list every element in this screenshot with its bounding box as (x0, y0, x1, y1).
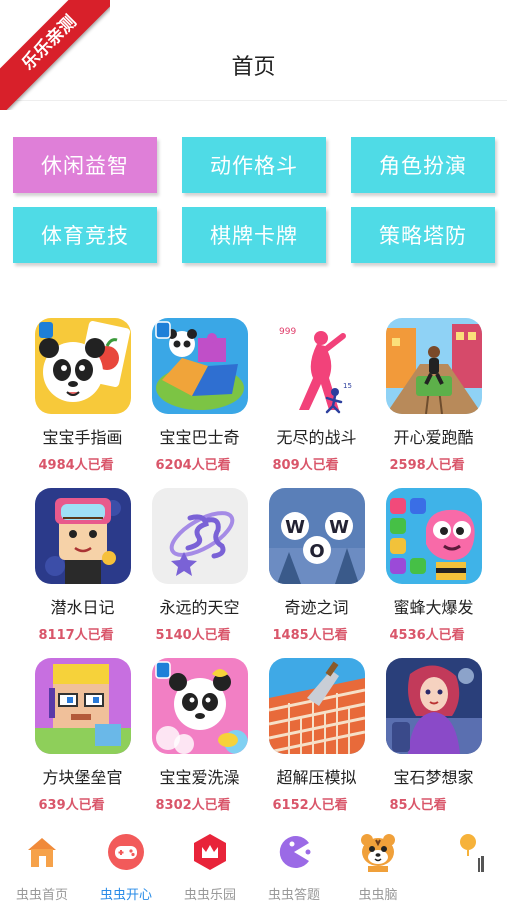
tab-label: 虫虫首页 (15, 888, 68, 903)
word-tile-1: W (285, 517, 305, 538)
pacman-icon (279, 836, 311, 868)
promo-ribbon: 乐乐亲测 (0, 0, 110, 110)
game-grid: 宝宝手指画 4984人已看 宝宝巴士奇 6204人已看 999 15 无尽的战斗… (24, 318, 492, 828)
tab-label: 虫虫开心 (99, 888, 152, 903)
game-name: 方块堡垒官 (42, 768, 123, 787)
game-item[interactable]: 宝石梦想家 85人已看 (375, 658, 492, 828)
game-views: 8117人已看 (38, 628, 114, 643)
game-name: 宝宝巴士奇 (159, 428, 240, 447)
game-item[interactable]: 永远的天空 5140人已看 (141, 488, 258, 658)
game-views: 6152人已看 (272, 798, 348, 813)
category-sports[interactable]: 体育竞技 (13, 207, 157, 263)
runner-icon (385, 318, 482, 414)
block-builder-icon (34, 658, 131, 754)
game-views: 809人已看 (272, 458, 339, 473)
game-views: 639人已看 (38, 798, 105, 813)
game-views: 1485人已看 (272, 628, 348, 643)
category-action-fighting[interactable]: 动作格斗 (182, 137, 326, 193)
game-item[interactable]: 宝宝巴士奇 6204人已看 (141, 318, 258, 488)
gamepad-icon (108, 834, 144, 870)
category-strategy-tower[interactable]: 策略塔防 (351, 207, 495, 263)
game-item[interactable]: 潜水日记 8117人已看 (24, 488, 141, 658)
tiger-mascot-icon (361, 834, 395, 872)
game-item[interactable]: 999 15 无尽的战斗 809人已看 (258, 318, 375, 488)
game-name: 蜜蜂大爆发 (393, 598, 474, 617)
diver-icon (34, 488, 131, 584)
tab-paradise[interactable]: 虫虫乐园 (168, 832, 252, 903)
game-item[interactable]: 宝宝爱洗澡 8302人已看 (141, 658, 258, 828)
home-icon (28, 838, 56, 867)
bee-gems-icon (385, 488, 482, 584)
panda-finger-paint-icon (34, 318, 131, 414)
sky-logo-icon (151, 488, 248, 584)
category-board-card[interactable]: 棋牌卡牌 (182, 207, 326, 263)
game-name: 宝宝手指画 (42, 428, 123, 447)
brick-trowel-icon (268, 658, 365, 754)
tab-more[interactable] (420, 832, 507, 884)
word-tile-2: W (329, 517, 349, 538)
dreamer-girl-icon (385, 658, 482, 754)
category-role-playing[interactable]: 角色扮演 (351, 137, 495, 193)
game-item[interactable]: 蜜蜂大爆发 4536人已看 (375, 488, 492, 658)
tab-happy[interactable]: 虫虫开心 (84, 832, 168, 903)
game-item[interactable]: 方块堡垒官 639人已看 (24, 658, 141, 828)
game-views: 85人已看 (389, 798, 447, 813)
stick-fighter-icon: 999 15 (268, 318, 365, 414)
panda-bath-icon (151, 658, 248, 754)
tab-brain[interactable]: 虫虫脑 (336, 832, 420, 903)
game-views: 8302人已看 (155, 798, 231, 813)
game-name: 永远的天空 (159, 598, 240, 617)
game-name: 宝宝爱洗澡 (159, 768, 240, 787)
game-name: 超解压模拟 (276, 768, 357, 787)
tab-label: 虫虫答题 (267, 888, 320, 903)
game-views: 4984人已看 (38, 458, 114, 473)
category-grid: 休闲益智 动作格斗 角色扮演 体育竞技 棋牌卡牌 策略塔防 (13, 137, 495, 263)
bottom-tab-bar: 虫虫首页 虫虫开心 虫虫乐园 虫虫答题 虫虫脑 (0, 822, 507, 903)
svg-text:999: 999 (279, 327, 296, 337)
panda-puzzle-icon (151, 318, 248, 414)
game-item[interactable]: 宝宝手指画 4984人已看 (24, 318, 141, 488)
category-casual-puzzle[interactable]: 休闲益智 (13, 137, 157, 193)
game-name: 宝石梦想家 (393, 768, 474, 787)
word-tile-3: O (309, 541, 324, 562)
tab-quiz[interactable]: 虫虫答题 (252, 832, 336, 903)
game-views: 5140人已看 (155, 628, 231, 643)
tab-home[interactable]: 虫虫首页 (0, 832, 84, 903)
game-name: 无尽的战斗 (276, 428, 357, 447)
tab-label: 虫虫乐园 (183, 888, 236, 903)
game-name: 潜水日记 (50, 598, 115, 617)
crown-badge-icon (194, 834, 226, 870)
game-item[interactable]: W W O 奇迹之词 1485人已看 (258, 488, 375, 658)
promo-ribbon-label: 乐乐亲测 (0, 0, 110, 110)
game-views: 4536人已看 (389, 628, 465, 643)
game-views: 2598人已看 (389, 458, 465, 473)
pin-icon (459, 834, 484, 872)
game-name: 开心爱跑酷 (393, 428, 474, 447)
svg-text:15: 15 (343, 382, 352, 390)
game-item[interactable]: 超解压模拟 6152人已看 (258, 658, 375, 828)
tab-label: 虫虫脑 (358, 888, 398, 903)
game-name: 奇迹之词 (284, 598, 349, 617)
game-item[interactable]: 开心爱跑酷 2598人已看 (375, 318, 492, 488)
word-puzzle-icon: W W O (268, 488, 365, 584)
game-views: 6204人已看 (155, 458, 231, 473)
